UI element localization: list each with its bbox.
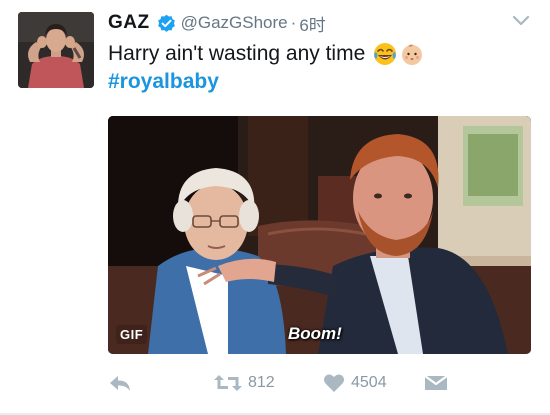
heart-icon [323,373,345,393]
tweet-text-body: Harry ain't wasting any time [108,42,366,65]
tweet-timestamp[interactable]: 6时 [299,11,325,36]
tweet-card: GAZ @GazGShore · 6时 Harry ain't wasting … [0,0,550,415]
reply-icon [108,373,132,393]
tweet-actions: 812 4504 [108,370,528,396]
media-gif[interactable]: GIF Boom! [108,116,531,354]
tweet-header: GAZ @GazGShore · 6时 [108,10,326,36]
avatar-image [18,12,94,88]
tweet-text: Harry ain't wasting any time #royalbaby [108,40,424,96]
face-with-tears-of-joy-icon [373,42,397,66]
chevron-down-icon[interactable] [512,14,530,26]
retweet-count: 812 [248,374,275,391]
author-name[interactable]: GAZ [108,12,150,34]
hashtag-link[interactable]: #royalbaby [108,68,219,96]
reply-button[interactable] [108,370,132,396]
like-button[interactable]: 4504 [323,370,387,396]
separator-dot: · [290,13,297,32]
retweet-button[interactable]: 812 [214,370,275,396]
gif-caption: Boom! [288,324,342,343]
direct-message-button[interactable] [424,370,448,396]
gif-badge: GIF [116,325,148,344]
verified-badge-icon [157,14,176,33]
baby-face-icon [400,42,424,66]
retweet-icon [214,373,242,393]
gif-preview-image [108,116,531,354]
like-count: 4504 [351,374,387,391]
author-handle[interactable]: @GazGShore [181,13,288,33]
avatar[interactable] [18,12,94,88]
envelope-icon [424,374,448,392]
